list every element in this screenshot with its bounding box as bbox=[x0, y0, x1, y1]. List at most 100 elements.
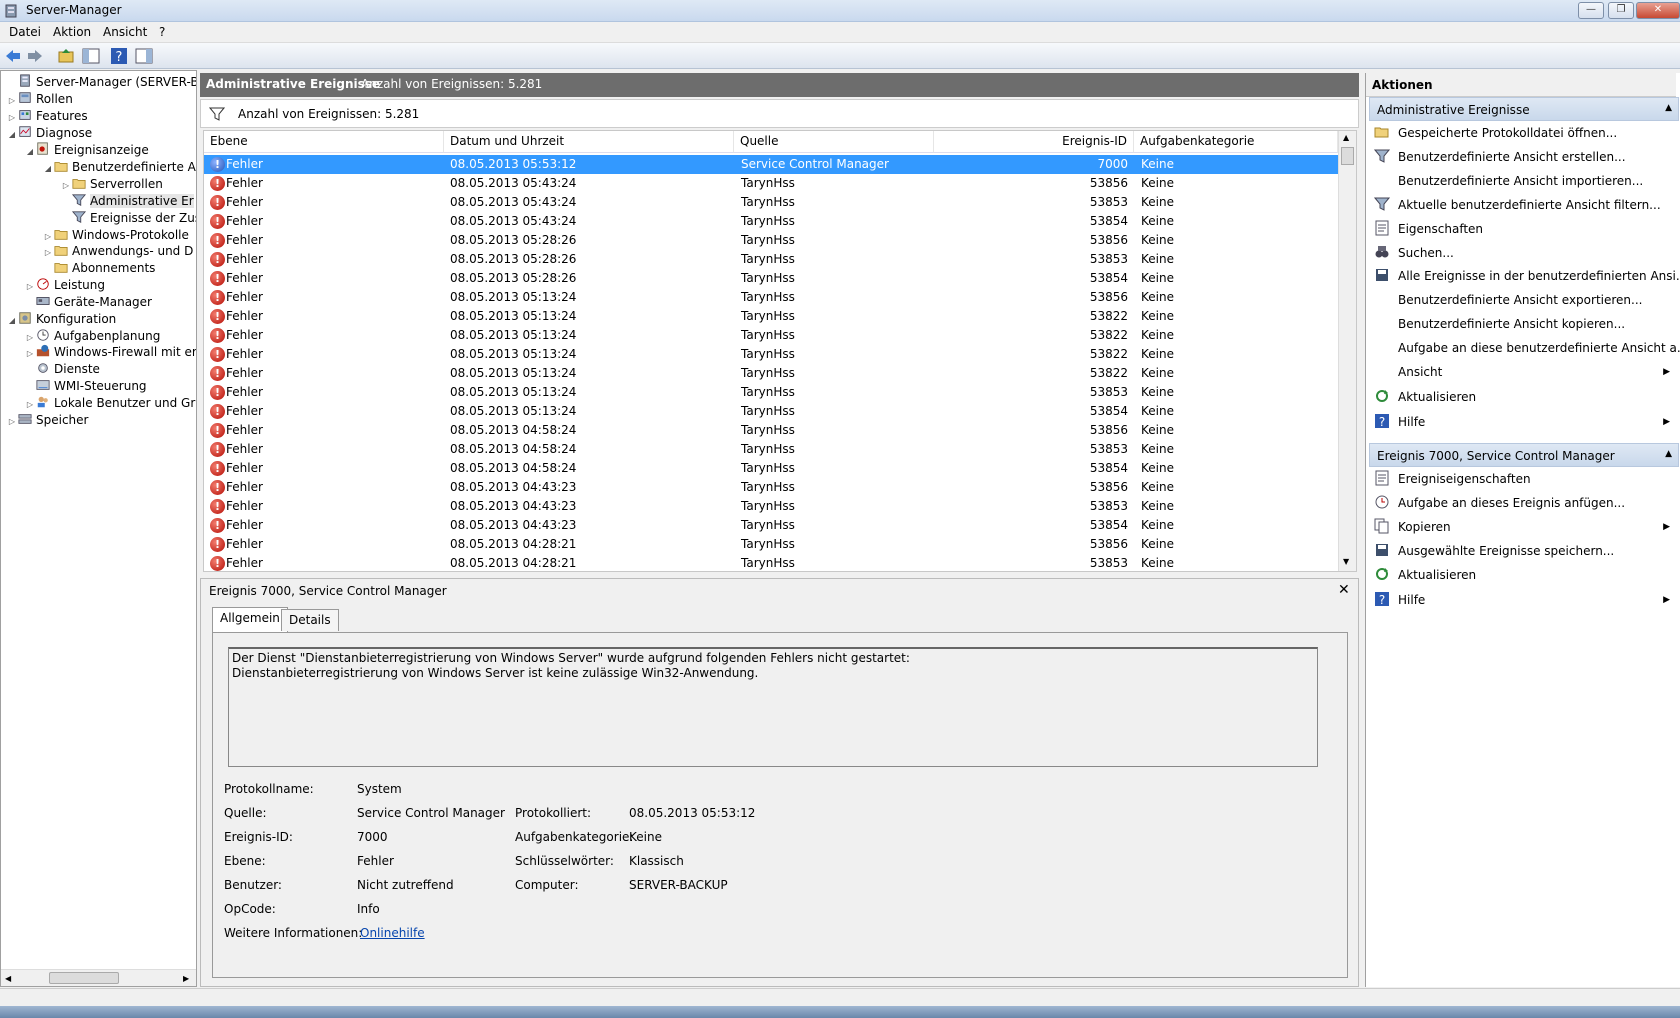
table-row[interactable]: ! Fehler 08.05.2013 05:13:24 TarynHss 53854 K… bbox=[204, 402, 1338, 421]
expand-toggle-icon[interactable]: ◢ bbox=[25, 143, 35, 160]
expand-toggle-icon[interactable]: ◢ bbox=[7, 312, 17, 329]
menu-datei[interactable]: Datei bbox=[9, 25, 41, 39]
collapse-icon[interactable]: ▲ bbox=[1665, 103, 1672, 113]
table-row[interactable]: ! Fehler 08.05.2013 04:43:23 TarynHss 53853 K… bbox=[204, 497, 1338, 516]
table-row[interactable]: ! Fehler 08.05.2013 04:28:21 TarynHss 53856 K… bbox=[204, 535, 1338, 554]
detail-close-icon[interactable]: ✕ bbox=[1338, 582, 1350, 598]
tree-item[interactable]: ▷ Windows-Firewall mit er bbox=[25, 344, 196, 362]
table-row[interactable]: ! Fehler 08.05.2013 04:28:21 TarynHss 53853 K… bbox=[204, 554, 1338, 571]
expand-toggle-icon[interactable]: ▷ bbox=[43, 244, 53, 261]
menu-ansicht[interactable]: Ansicht bbox=[103, 25, 147, 39]
expand-toggle-icon[interactable]: ▷ bbox=[25, 345, 35, 362]
expand-toggle-icon[interactable]: ▷ bbox=[7, 109, 17, 126]
tree-item[interactable]: Ereignisse der Zus bbox=[61, 210, 196, 228]
collapse-icon[interactable]: ▲ bbox=[1665, 449, 1672, 459]
table-row[interactable]: ! Fehler 08.05.2013 05:28:26 TarynHss 53856 K… bbox=[204, 231, 1338, 250]
expand-toggle-icon[interactable]: ▷ bbox=[25, 278, 35, 295]
table-row[interactable]: ! Fehler 08.05.2013 05:13:24 TarynHss 53822 K… bbox=[204, 364, 1338, 383]
onlinehilfe-link[interactable]: Onlinehilfe bbox=[360, 926, 425, 940]
table-row[interactable]: ! Fehler 08.05.2013 04:58:24 TarynHss 53854 K… bbox=[204, 459, 1338, 478]
event-description[interactable]: Der Dienst "Dienstanbieterregistrierung … bbox=[228, 647, 1318, 767]
tree-item[interactable]: ▷ Lokale Benutzer und Gru bbox=[25, 395, 196, 413]
column-header-aufgabenkategorie[interactable]: Aufgabenkategorie bbox=[1134, 131, 1338, 153]
table-row[interactable]: ! Fehler 08.05.2013 05:53:12 Service Contro… bbox=[204, 155, 1338, 174]
show-hide-actions-icon[interactable] bbox=[135, 47, 153, 65]
action-item[interactable]: Eigenschaften bbox=[1370, 218, 1676, 240]
action-item[interactable]: Ereigniseigenschaften bbox=[1370, 468, 1676, 490]
tree-item[interactable]: Abonnements bbox=[43, 260, 155, 278]
actions-section-administrative-ereignisse[interactable]: Administrative Ereignisse ▲ bbox=[1369, 97, 1679, 121]
table-row[interactable]: ! Fehler 08.05.2013 05:13:24 TarynHss 53822 K… bbox=[204, 307, 1338, 326]
menu-help[interactable]: ? bbox=[159, 25, 165, 39]
back-arrow-icon[interactable] bbox=[4, 47, 22, 65]
action-item[interactable]: Aufgabe an diese benutzerdefinierte Ansi… bbox=[1370, 337, 1680, 359]
table-row[interactable]: ! Fehler 08.05.2013 04:43:23 TarynHss 53856 K… bbox=[204, 478, 1338, 497]
tab-allgemein[interactable]: Allgemein bbox=[212, 607, 288, 632]
expand-toggle-icon[interactable]: ▷ bbox=[7, 92, 17, 109]
action-item[interactable]: ? Hilfe ▶ bbox=[1370, 411, 1676, 433]
action-item[interactable]: Suchen... bbox=[1370, 242, 1676, 264]
maximize-button[interactable]: ❐ bbox=[1608, 2, 1634, 19]
tree-horizontal-scrollbar[interactable]: ◀ ▶ bbox=[1, 969, 196, 986]
action-item[interactable]: Benutzerdefinierte Ansicht erstellen... bbox=[1370, 146, 1676, 168]
close-button[interactable]: ✕ bbox=[1636, 2, 1680, 19]
expand-toggle-icon[interactable]: ▷ bbox=[25, 396, 35, 413]
action-item[interactable]: Aktualisieren bbox=[1370, 564, 1676, 586]
tree-item[interactable]: WMI-Steuerung bbox=[25, 378, 147, 396]
column-header-ebene[interactable]: Ebene bbox=[204, 131, 444, 153]
tree-item[interactable]: Administrative Er bbox=[61, 193, 194, 211]
action-item[interactable]: Ausgewählte Ereignisse speichern... bbox=[1370, 540, 1676, 562]
action-item[interactable]: Kopieren ▶ bbox=[1370, 516, 1676, 538]
action-item[interactable]: ? Hilfe ▶ bbox=[1370, 589, 1676, 611]
tree-item[interactable]: ◢ Ereignisanzeige bbox=[25, 142, 149, 160]
action-item[interactable]: Benutzerdefinierte Ansicht importieren..… bbox=[1370, 170, 1676, 192]
table-row[interactable]: ! Fehler 08.05.2013 05:13:24 TarynHss 53822 K… bbox=[204, 345, 1338, 364]
action-item[interactable]: Aktualisieren bbox=[1370, 386, 1676, 408]
expand-toggle-icon[interactable]: ◢ bbox=[7, 126, 17, 143]
tree-item[interactable]: ◢ Konfiguration bbox=[7, 311, 116, 329]
column-header-quelle[interactable]: Quelle bbox=[734, 131, 934, 153]
table-row[interactable]: ! Fehler 08.05.2013 05:13:24 TarynHss 53853 K… bbox=[204, 383, 1338, 402]
tree-item[interactable]: ◢ Diagnose bbox=[7, 125, 92, 143]
menu-aktion[interactable]: Aktion bbox=[53, 25, 91, 39]
action-item[interactable]: Benutzerdefinierte Ansicht exportieren..… bbox=[1370, 289, 1676, 311]
table-row[interactable]: ! Fehler 08.05.2013 05:28:26 TarynHss 53853 K… bbox=[204, 250, 1338, 269]
table-row[interactable]: ! Fehler 08.05.2013 04:58:24 TarynHss 53853 K… bbox=[204, 440, 1338, 459]
table-row[interactable]: ! Fehler 08.05.2013 05:13:24 TarynHss 53856 K… bbox=[204, 288, 1338, 307]
action-item[interactable]: Aufgabe an dieses Ereignis anfügen... bbox=[1370, 492, 1676, 514]
tree-item[interactable]: ▷ Leistung bbox=[25, 277, 105, 295]
tab-details[interactable]: Details bbox=[281, 609, 339, 631]
tree-item[interactable]: ▷ Rollen bbox=[7, 91, 73, 109]
expand-toggle-icon[interactable]: ◢ bbox=[43, 160, 53, 177]
tree-item[interactable]: ▷ Anwendungs- und D bbox=[43, 243, 193, 261]
actions-section-ereignis[interactable]: Ereignis 7000, Service Control Manager ▲ bbox=[1369, 443, 1679, 467]
action-item[interactable]: Alle Ereignisse in der benutzerdefiniert… bbox=[1370, 265, 1680, 287]
action-item[interactable]: Benutzerdefinierte Ansicht kopieren... bbox=[1370, 313, 1676, 335]
action-item[interactable]: Aktuelle benutzerdefinierte Ansicht filt… bbox=[1370, 194, 1676, 216]
show-hide-tree-icon[interactable] bbox=[82, 47, 100, 65]
tree-item[interactable]: Dienste bbox=[25, 361, 100, 379]
column-header-ereignis-id[interactable]: Ereignis-ID bbox=[934, 131, 1134, 153]
table-row[interactable]: ! Fehler 08.05.2013 05:43:24 TarynHss 53853 K… bbox=[204, 193, 1338, 212]
tree-item[interactable]: ◢ Benutzerdefinierte Ar bbox=[43, 159, 196, 177]
action-item[interactable]: Ansicht ▶ bbox=[1370, 361, 1676, 383]
forward-arrow-icon[interactable] bbox=[26, 47, 44, 65]
expand-toggle-icon[interactable]: ▷ bbox=[7, 413, 17, 430]
tree-item[interactable]: Geräte-Manager bbox=[25, 294, 152, 312]
tree-item[interactable]: ▷ Serverrollen bbox=[61, 176, 163, 194]
action-item[interactable]: Gespeicherte Protokolldatei öffnen... bbox=[1370, 122, 1676, 144]
expand-toggle-icon[interactable]: ▷ bbox=[61, 177, 71, 194]
table-row[interactable]: ! Fehler 08.05.2013 05:13:24 TarynHss 53822 K… bbox=[204, 326, 1338, 345]
help-icon[interactable]: ? bbox=[110, 47, 128, 65]
minimize-button[interactable]: — bbox=[1578, 2, 1604, 19]
column-header-datum[interactable]: Datum und Uhrzeit bbox=[444, 131, 734, 153]
tree-item[interactable]: ▷ Features bbox=[7, 108, 88, 126]
table-row[interactable]: ! Fehler 08.05.2013 05:43:24 TarynHss 53854 K… bbox=[204, 212, 1338, 231]
tree-item[interactable]: Server-Manager (SERVER-BACKU bbox=[7, 74, 196, 92]
table-row[interactable]: ! Fehler 08.05.2013 05:28:26 TarynHss 53854 K… bbox=[204, 269, 1338, 288]
up-folder-icon[interactable] bbox=[57, 47, 75, 65]
table-row[interactable]: ! Fehler 08.05.2013 05:43:24 TarynHss 53856 K… bbox=[204, 174, 1338, 193]
table-vertical-scrollbar[interactable]: ▲ ▼ bbox=[1338, 131, 1356, 571]
table-row[interactable]: ! Fehler 08.05.2013 04:58:24 TarynHss 53856 K… bbox=[204, 421, 1338, 440]
table-row[interactable]: ! Fehler 08.05.2013 04:43:23 TarynHss 53854 K… bbox=[204, 516, 1338, 535]
